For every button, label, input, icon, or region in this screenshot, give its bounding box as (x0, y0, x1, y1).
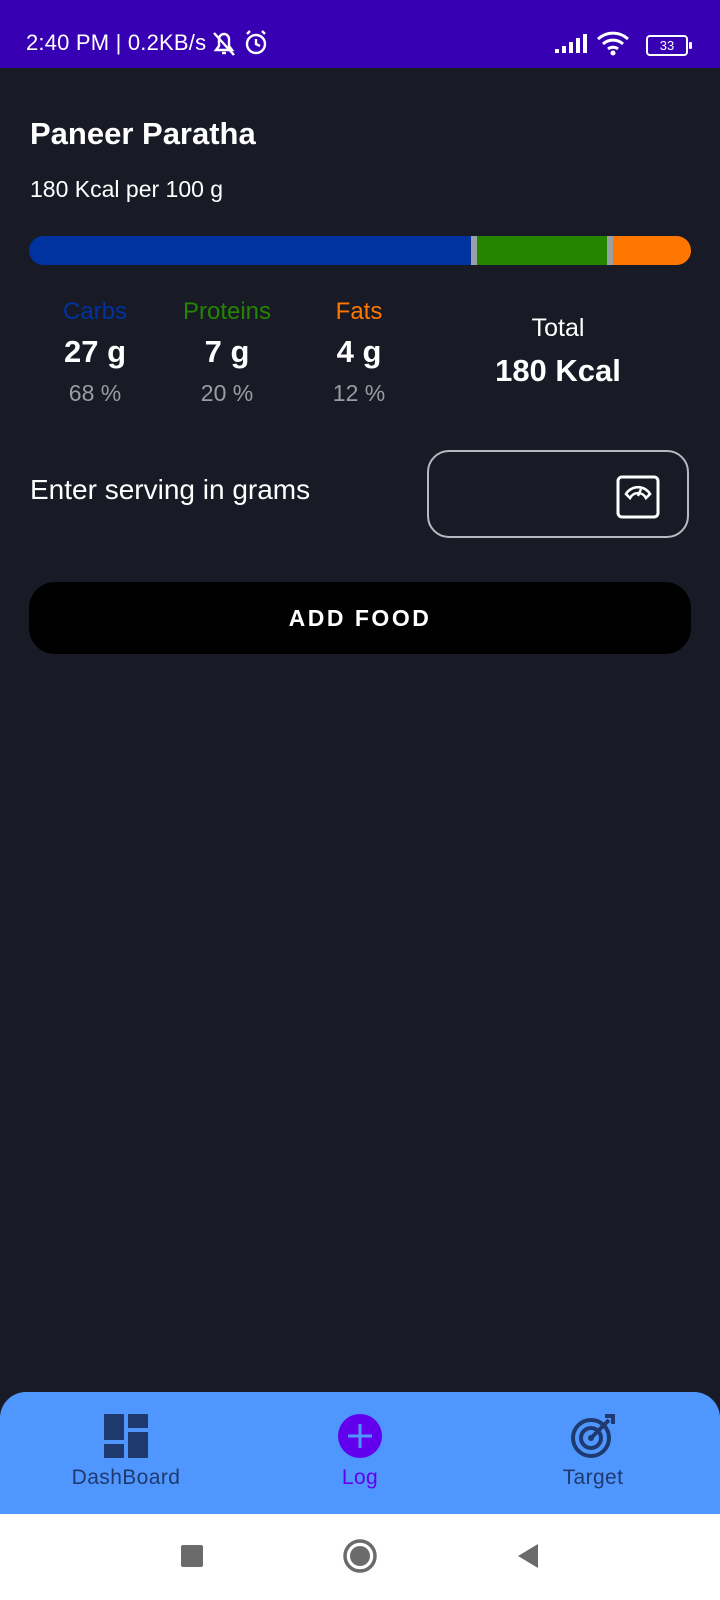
kcal-per-100g: 180 Kcal per 100 g (30, 176, 224, 202)
status-right: 33 (554, 28, 694, 58)
bell-off-icon (213, 32, 235, 56)
nav-dashboard[interactable]: DashBoard (36, 1412, 216, 1490)
macro-percent: 68 % (68, 380, 122, 406)
total-value: 180 Kcal (495, 353, 621, 388)
fats-segment (613, 236, 691, 265)
nav-label: Log (341, 1466, 379, 1489)
nav-label: Target (562, 1466, 624, 1489)
carbs-segment (29, 236, 471, 265)
nav-label: DashBoard (71, 1466, 181, 1489)
macro-label: Fats (335, 298, 383, 325)
macro-label: Carbs (62, 298, 128, 325)
back-triangle-icon[interactable] (508, 1536, 548, 1576)
macro-proteins: Proteins 7 g 20 % (167, 298, 287, 407)
bottom-nav: DashBoard Log Target (0, 1392, 720, 1514)
home-circle-icon[interactable] (340, 1536, 380, 1576)
nav-target[interactable]: Target (503, 1412, 683, 1490)
macro-percent: 20 % (200, 380, 254, 406)
signal-icon (555, 34, 587, 53)
macro-grams: 27 g (63, 334, 127, 369)
food-name: Paneer Paratha (30, 116, 256, 151)
add-food-button[interactable]: ADD FOOD (29, 582, 691, 654)
nav-log[interactable]: Log (270, 1412, 450, 1490)
total-calories: Total 180 Kcal (478, 314, 638, 389)
macro-label: Proteins (182, 298, 272, 325)
proteins-segment (477, 236, 607, 265)
macro-percent: 12 % (332, 380, 386, 406)
recents-square-icon[interactable] (172, 1536, 212, 1576)
serving-input-field[interactable] (427, 450, 689, 538)
battery-indicator: 33 (646, 35, 692, 56)
total-label: Total (531, 314, 585, 342)
serving-label: Enter serving in grams (30, 474, 311, 505)
serving-grams-input[interactable] (449, 472, 613, 518)
scale-icon (616, 475, 660, 519)
add-circle-icon (338, 1414, 382, 1458)
mute-alarm-icons (213, 30, 267, 56)
macro-fats: Fats 4 g 12 % (299, 298, 419, 407)
macro-grams: 4 g (336, 334, 382, 369)
macro-grams: 7 g (204, 334, 250, 369)
dashboard-icon (104, 1414, 148, 1458)
alarm-icon (245, 30, 267, 55)
status-bar: 2:40 PM | 0.2KB/s 33 (0, 0, 720, 68)
wifi-icon (596, 31, 630, 56)
status-time: 2:40 PM | 0.2KB/s (26, 30, 207, 55)
macro-distribution-bar (29, 236, 691, 265)
macro-carbs: Carbs 27 g 68 % (35, 298, 155, 407)
target-icon (571, 1414, 615, 1458)
system-nav-bar (0, 1514, 720, 1600)
